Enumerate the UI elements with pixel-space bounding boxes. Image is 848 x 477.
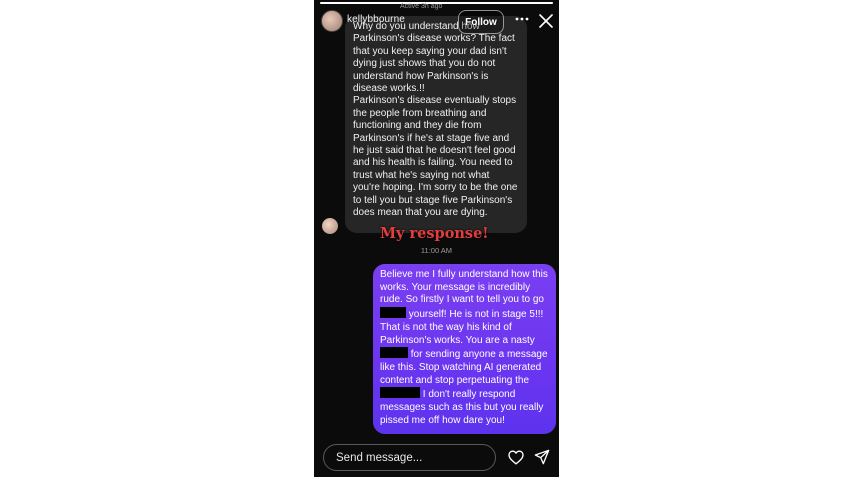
story-header: kellybbourne Active 3h ago Follow <box>314 0 559 40</box>
sent-message-text-1: Believe me I fully understand how this w… <box>380 269 548 306</box>
follow-button[interactable]: Follow <box>458 10 504 34</box>
send-message-input[interactable] <box>324 445 495 470</box>
received-message-bubble: Why do you understand how Parkinson's di… <box>345 16 527 233</box>
redaction-box <box>380 307 406 319</box>
close-icon[interactable] <box>539 14 553 28</box>
redaction-box <box>380 347 408 359</box>
instagram-story-screen: Why do you understand how Parkinson's di… <box>314 0 559 477</box>
send-icon[interactable] <box>534 449 550 465</box>
message-timestamp: 11:00 AM <box>420 246 453 255</box>
sent-message-bubble: Believe me I fully understand how this w… <box>373 264 556 434</box>
username[interactable]: kellybbourne <box>347 14 405 25</box>
redaction-box <box>380 387 420 399</box>
active-status: Active 3h ago <box>400 3 443 10</box>
message-composer <box>323 444 496 471</box>
sender-avatar <box>322 218 338 234</box>
heart-icon[interactable] <box>508 450 524 465</box>
story-caption-overlay: My response! <box>380 225 489 242</box>
profile-avatar[interactable] <box>321 10 343 32</box>
more-horizontal-icon[interactable] <box>515 14 529 24</box>
